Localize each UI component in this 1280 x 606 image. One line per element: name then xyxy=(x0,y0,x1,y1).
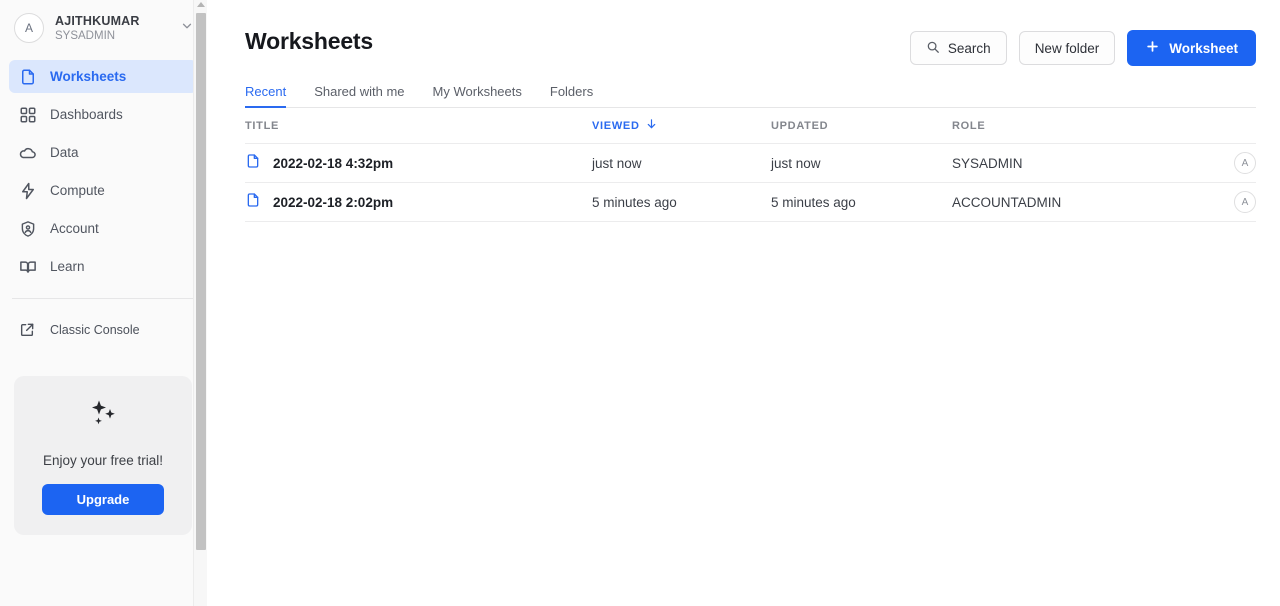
scroll-up-arrow-icon[interactable] xyxy=(197,2,205,7)
cell-updated: 5 minutes ago xyxy=(771,194,856,210)
table-header-row: TITLE VIEWED UPDATED ROLE xyxy=(245,108,1256,144)
search-icon xyxy=(926,40,940,57)
worksheet-file-icon xyxy=(245,153,261,174)
tab-label: Folders xyxy=(549,84,594,99)
trial-card: Enjoy your free trial! Upgrade xyxy=(14,376,192,535)
cloud-icon xyxy=(19,144,37,162)
worksheet-file-icon xyxy=(245,192,261,213)
cell-owner: A xyxy=(1214,191,1256,213)
trial-message: Enjoy your free trial! xyxy=(42,453,164,468)
sidebar-item-label: Worksheets xyxy=(50,69,127,84)
document-icon xyxy=(19,68,37,86)
sidebar-item-account[interactable]: Account xyxy=(9,212,197,245)
owner-avatar[interactable]: A xyxy=(1234,191,1256,213)
sidebar-item-label: Dashboards xyxy=(50,107,123,122)
sidebar-item-dashboards[interactable]: Dashboards xyxy=(9,98,197,131)
plus-icon xyxy=(1145,39,1160,57)
sidebar-item-learn[interactable]: Learn xyxy=(9,250,197,283)
cell-owner: A xyxy=(1214,152,1256,174)
sidebar-item-worksheets[interactable]: Worksheets xyxy=(9,60,197,93)
new-worksheet-button-label: Worksheet xyxy=(1169,40,1238,56)
external-link-icon xyxy=(19,322,35,338)
sidebar-item-label: Data xyxy=(50,145,79,160)
tab-label: Recent xyxy=(245,84,287,99)
owner-avatar[interactable]: A xyxy=(1234,152,1256,174)
column-header-viewed-label: VIEWED xyxy=(592,119,640,132)
sparkles-icon xyxy=(28,398,178,435)
app-window: A AJITHKUMAR SYSADMIN Worksheets Dashboa… xyxy=(0,0,1280,606)
shield-person-icon xyxy=(19,220,37,238)
main-content: Worksheets Search New folder Worksheet R… xyxy=(207,0,1280,606)
cell-viewed: 5 minutes ago xyxy=(592,194,677,210)
search-button-label: Search xyxy=(947,40,991,56)
sidebar-divider xyxy=(12,298,194,299)
account-role: SYSADMIN xyxy=(55,29,116,42)
table-row[interactable]: 2022-02-18 4:32pm just now just now SYSA… xyxy=(245,144,1256,183)
new-folder-button[interactable]: New folder xyxy=(1018,31,1116,65)
classic-console-label: Classic Console xyxy=(50,323,140,337)
page-header: Worksheets Search New folder Worksheet xyxy=(207,0,1280,66)
tab-shared-with-me[interactable]: Shared with me xyxy=(314,84,404,108)
worksheet-title: 2022-02-18 2:02pm xyxy=(273,194,394,210)
cell-updated: just now xyxy=(771,155,821,171)
column-header-role[interactable]: ROLE xyxy=(952,120,1214,132)
sidebar-item-label: Account xyxy=(50,221,99,236)
cell-role: ACCOUNTADMIN xyxy=(952,194,1062,210)
account-switcher[interactable]: A AJITHKUMAR SYSADMIN xyxy=(0,0,206,56)
account-name: AJITHKUMAR xyxy=(55,13,140,28)
worksheet-title: 2022-02-18 4:32pm xyxy=(273,155,394,171)
sidebar-item-label: Compute xyxy=(50,183,105,198)
tab-bar: Recent Shared with me My Worksheets Fold… xyxy=(245,80,1256,108)
new-worksheet-button[interactable]: Worksheet xyxy=(1127,30,1256,66)
worksheets-table: TITLE VIEWED UPDATED ROLE 2022-02-18 4:3… xyxy=(245,108,1256,222)
cell-title: 2022-02-18 2:02pm xyxy=(245,192,592,213)
grid-icon xyxy=(19,106,37,124)
upgrade-button[interactable]: Upgrade xyxy=(42,484,164,515)
tab-label: My Worksheets xyxy=(432,84,522,99)
sidebar-item-label: Learn xyxy=(50,259,85,274)
tab-label: Shared with me xyxy=(314,84,405,99)
tab-recent[interactable]: Recent xyxy=(245,84,287,108)
header-actions: Search New folder Worksheet xyxy=(909,30,1256,66)
sidebar-nav: Worksheets Dashboards Data Compute Accou… xyxy=(0,56,206,283)
book-icon xyxy=(19,258,37,276)
table-row[interactable]: 2022-02-18 2:02pm 5 minutes ago 5 minute… xyxy=(245,183,1256,222)
column-header-viewed[interactable]: VIEWED xyxy=(592,118,771,133)
tab-folders[interactable]: Folders xyxy=(550,84,593,108)
chevron-down-icon xyxy=(180,19,194,38)
sidebar-scrollbar[interactable] xyxy=(193,0,207,606)
arrow-down-icon xyxy=(646,118,657,133)
column-header-updated[interactable]: UPDATED xyxy=(771,120,952,132)
cell-role: SYSADMIN xyxy=(952,155,1023,171)
account-text: AJITHKUMAR SYSADMIN xyxy=(55,14,176,43)
classic-console-link[interactable]: Classic Console xyxy=(9,315,197,345)
cell-viewed: just now xyxy=(592,155,642,171)
sidebar-item-compute[interactable]: Compute xyxy=(9,174,197,207)
scrollbar-thumb[interactable] xyxy=(196,13,206,550)
avatar: A xyxy=(14,13,44,43)
column-header-title[interactable]: TITLE xyxy=(245,120,592,132)
sidebar-item-data[interactable]: Data xyxy=(9,136,197,169)
lightning-icon xyxy=(19,182,37,200)
sidebar: A AJITHKUMAR SYSADMIN Worksheets Dashboa… xyxy=(0,0,207,606)
search-button[interactable]: Search xyxy=(909,31,1007,65)
page-title: Worksheets xyxy=(245,28,373,54)
tab-my-worksheets[interactable]: My Worksheets xyxy=(433,84,522,108)
new-folder-button-label: New folder xyxy=(1034,40,1100,56)
cell-title: 2022-02-18 4:32pm xyxy=(245,153,592,174)
